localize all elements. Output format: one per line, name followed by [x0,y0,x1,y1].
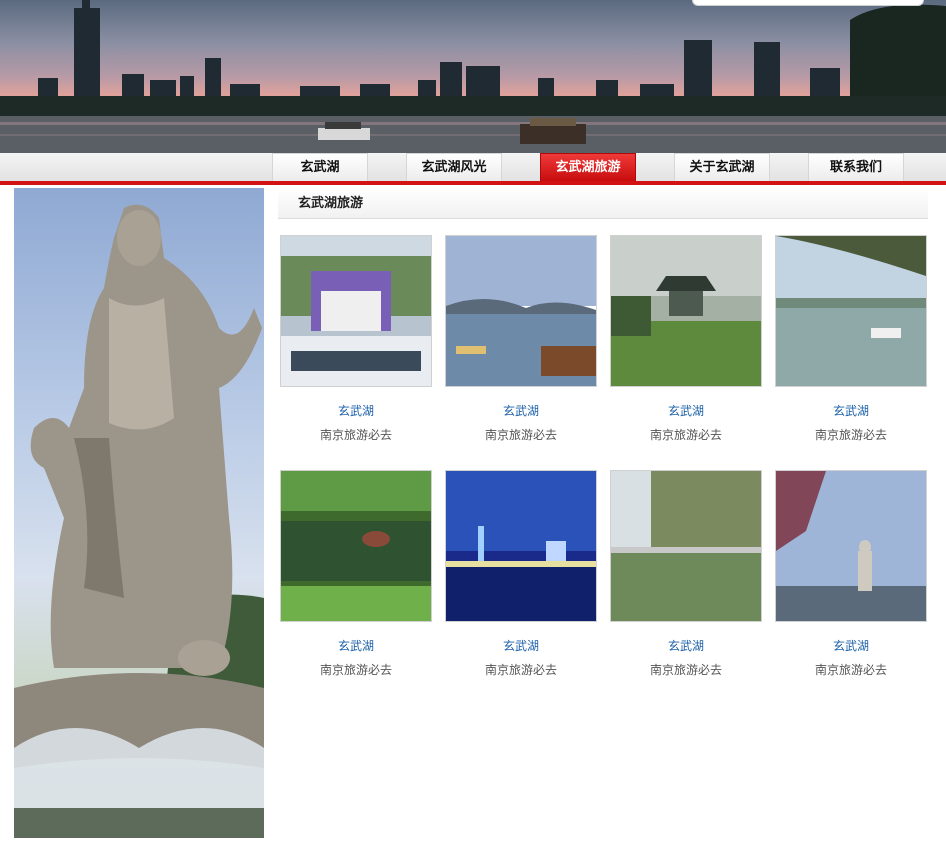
card-subtitle: 南京旅游必去 [814,428,887,442]
card-photo-pavilion[interactable] [610,235,762,387]
nav-item-about[interactable]: 关于玄武湖 [674,153,770,181]
card-photo-paddle-boat[interactable] [775,235,927,387]
card-photo-lotus-pond[interactable] [280,470,432,622]
statue-illustration [14,204,264,838]
card-photo-night-skyline[interactable] [445,470,597,622]
gallery-card: 玄武湖 南京旅游必去 [610,470,762,678]
card-photo-tree-bridge[interactable] [610,470,762,622]
main-navigation: 玄武湖 玄武湖风光 玄武湖旅游 关于玄武湖 联系我们 [0,153,946,185]
card-subtitle: 南京旅游必去 [319,428,392,442]
card-title[interactable]: 玄武湖 [445,638,597,654]
nav-item-tourism[interactable]: 玄武湖旅游 [540,153,636,181]
gallery-card: 玄武湖 南京旅游必去 [445,235,597,443]
card-photo-statue-lake[interactable] [775,470,927,622]
card-subtitle: 南京旅游必去 [649,663,722,677]
card-title[interactable]: 玄武湖 [775,638,927,654]
card-title[interactable]: 玄武湖 [280,403,432,419]
card-subtitle: 南京旅游必去 [484,428,557,442]
header-banner-image [0,0,946,153]
statue-side-image [14,188,264,838]
gallery-card: 玄武湖 南京旅游必去 [280,470,432,678]
card-subtitle: 南京旅游必去 [484,663,557,677]
gallery-card: 玄武湖 南京旅游必去 [775,470,927,678]
gallery-card: 玄武湖 南京旅游必去 [445,470,597,678]
card-photo-lake-pier[interactable] [445,235,597,387]
gallery-card: 玄武湖 南京旅游必去 [610,235,762,443]
card-title[interactable]: 玄武湖 [775,403,927,419]
page: 玄武湖 玄武湖风光 玄武湖旅游 关于玄武湖 联系我们 玄武湖旅游 玄武湖 南京旅… [0,0,946,850]
card-subtitle: 南京旅游必去 [814,663,887,677]
card-subtitle: 南京旅游必去 [319,663,392,677]
nav-item-xuanwu-lake[interactable]: 玄武湖 [272,153,368,181]
card-photo-wedding-boat[interactable] [280,235,432,387]
card-title[interactable]: 玄武湖 [610,403,762,419]
card-title[interactable]: 玄武湖 [280,638,432,654]
city-skyline-illustration [0,0,946,153]
main-content: 玄武湖旅游 玄武湖 南京旅游必去 玄武湖 南京旅游必去 玄武湖 南京旅游必去 玄… [278,188,930,838]
card-title[interactable]: 玄武湖 [445,403,597,419]
nav-item-contact[interactable]: 联系我们 [808,153,904,181]
nav-item-scenery[interactable]: 玄武湖风光 [406,153,502,181]
gallery-card: 玄武湖 南京旅游必去 [775,235,927,443]
card-title[interactable]: 玄武湖 [610,638,762,654]
gallery-card: 玄武湖 南京旅游必去 [280,235,432,443]
card-subtitle: 南京旅游必去 [649,428,722,442]
section-title: 玄武湖旅游 [278,188,928,219]
search-input[interactable] [692,0,924,6]
